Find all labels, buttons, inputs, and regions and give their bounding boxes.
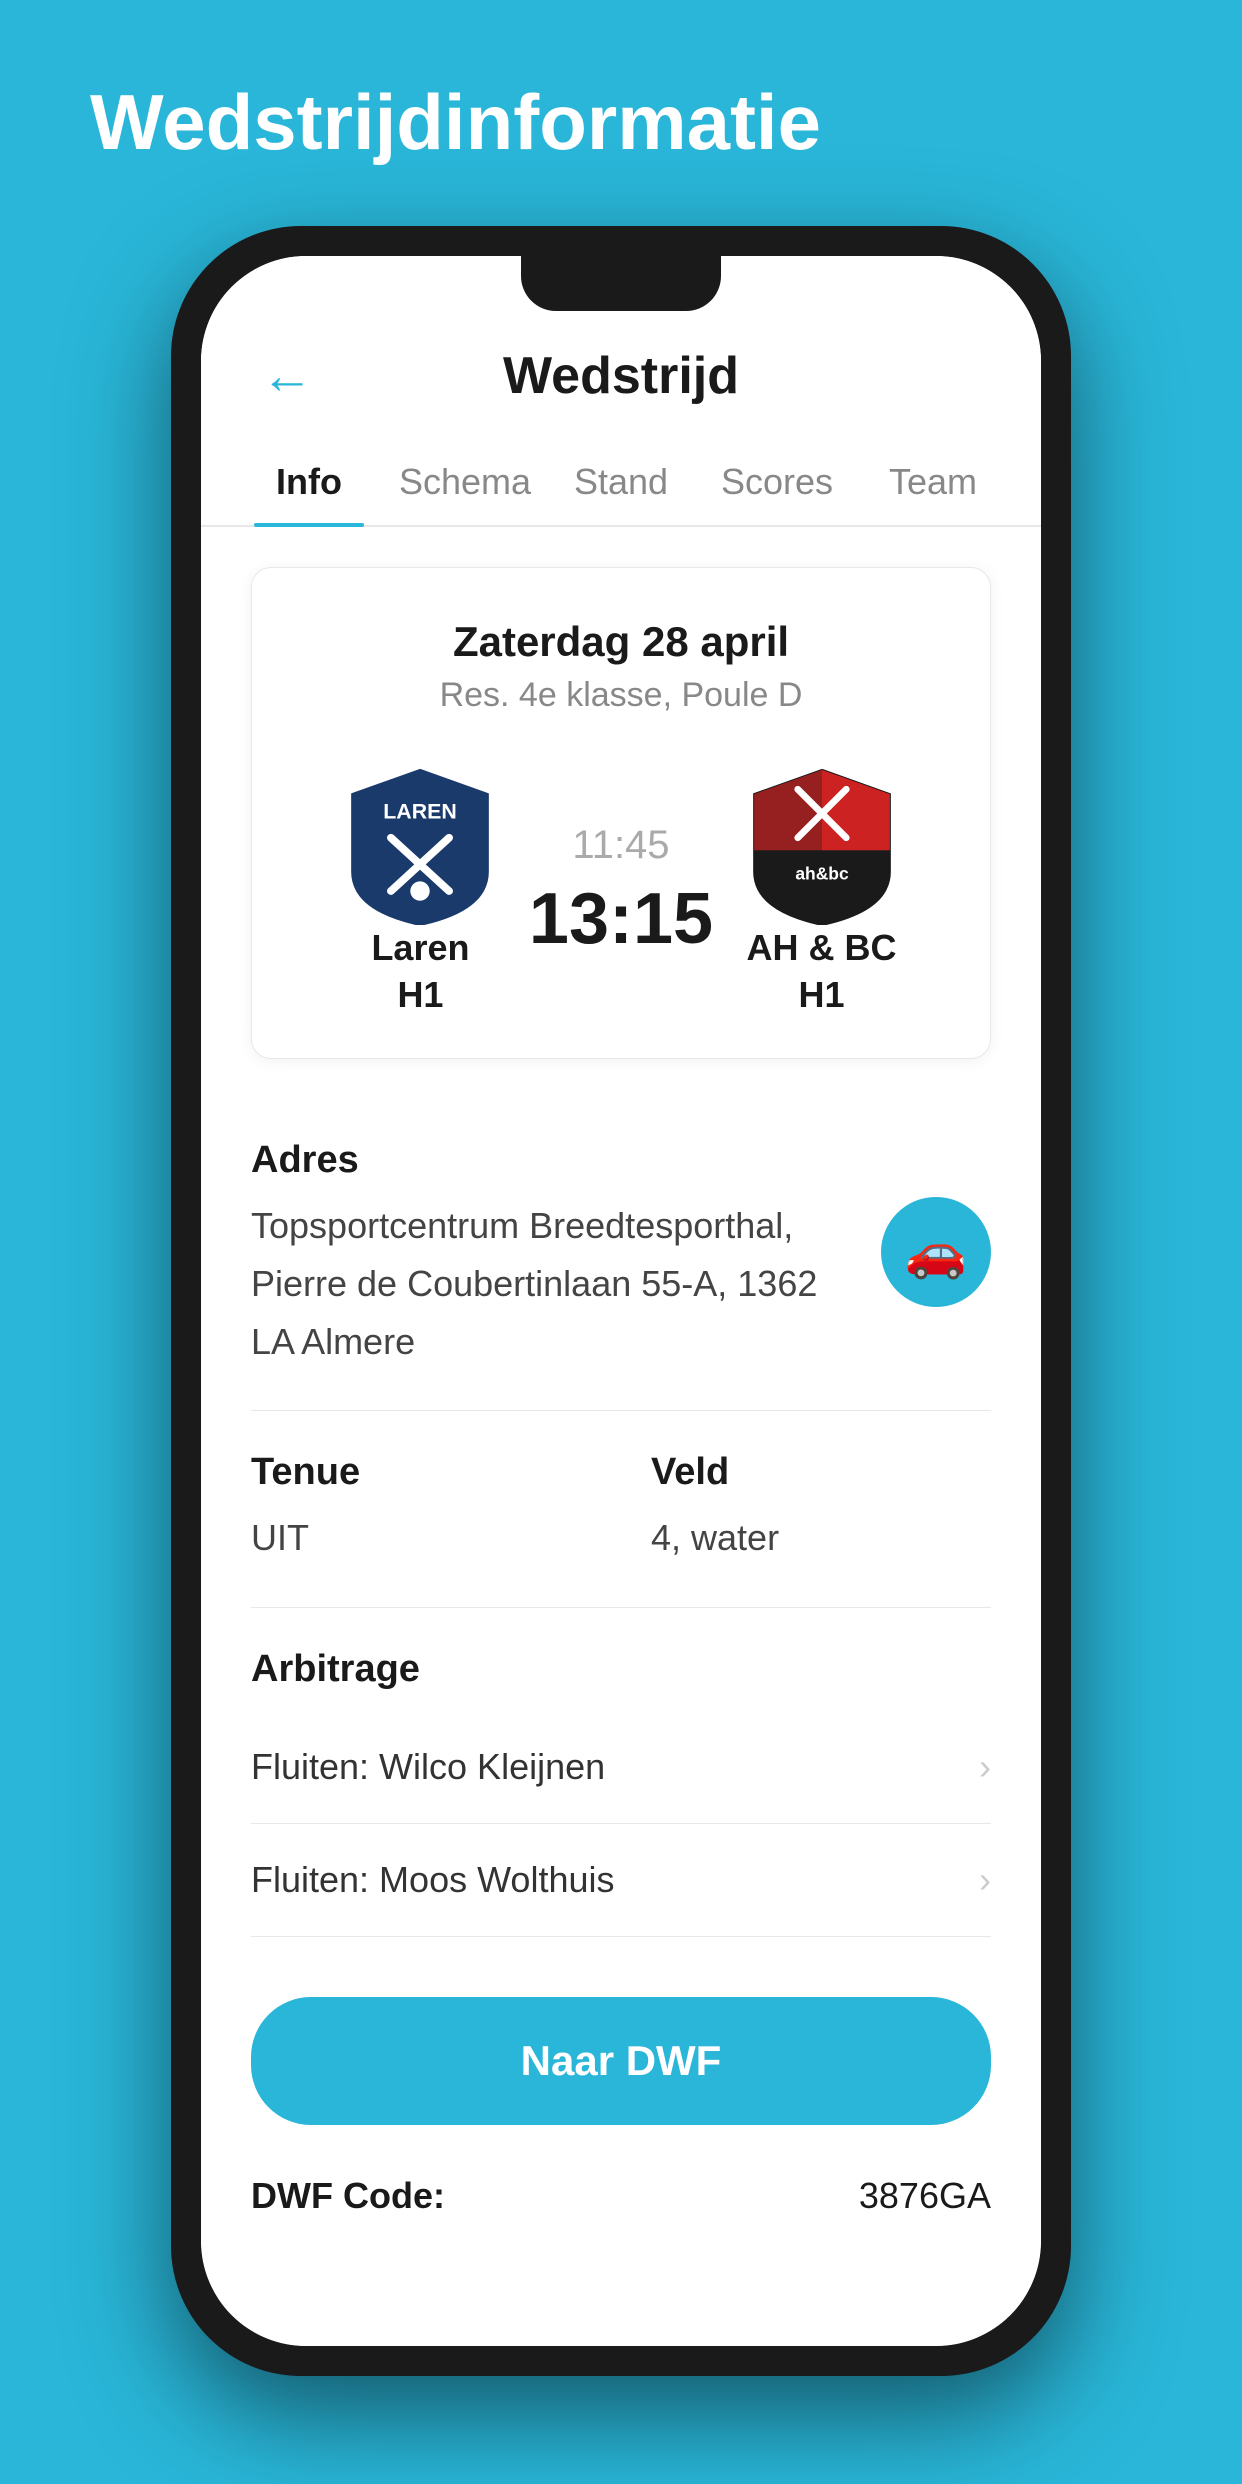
tenue-value: UIT <box>251 1509 591 1567</box>
referee-item-2[interactable]: Fluiten: Moos Wolthuis › <box>251 1824 991 1937</box>
home-team-name: Laren H1 <box>371 925 469 1019</box>
veld-label: Veld <box>651 1451 991 1494</box>
match-date: Zaterdag 28 april <box>292 618 950 666</box>
veld-value: 4, water <box>651 1509 991 1567</box>
match-league: Res. 4e klasse, Poule D <box>292 676 950 715</box>
address-text: Topsportcentrum Breedtesporthal, Pierre … <box>251 1197 861 1370</box>
dwf-section: Naar DWF <box>201 1957 1041 2145</box>
car-icon: 🚗 <box>905 1223 967 1282</box>
home-team: LAREN Laren H1 <box>312 765 529 1019</box>
dwf-code-row: DWF Code: 3876GA <box>201 2145 1041 2247</box>
veld-col: Veld 4, water <box>651 1451 991 1567</box>
address-label: Adres <box>251 1139 991 1182</box>
phone-notch <box>521 256 721 311</box>
phone-frame: ← Wedstrijd Info Schema Stand <box>171 226 1071 2376</box>
dwf-code-label: DWF Code: <box>251 2175 445 2217</box>
tab-stand[interactable]: Stand <box>543 436 699 525</box>
header-title: Wedstrijd <box>503 346 739 406</box>
tabs-container: Info Schema Stand Scores Team <box>201 436 1041 527</box>
away-team-name: AH & BC H1 <box>747 925 897 1019</box>
address-row: Topsportcentrum Breedtesporthal, Pierre … <box>251 1197 991 1370</box>
dwf-code-value: 3876GA <box>859 2175 991 2217</box>
tenue-label: Tenue <box>251 1451 591 1494</box>
match-teams: LAREN Laren H1 <box>292 765 950 1019</box>
laren-logo: LAREN <box>345 765 495 925</box>
address-block: Adres Topsportcentrum Breedtesporthal, P… <box>251 1099 991 1411</box>
score-section: 11:45 13:15 <box>529 823 713 960</box>
svg-text:ah&bc: ah&bc <box>795 863 849 883</box>
referee-item-1[interactable]: Fluiten: Wilco Kleijnen › <box>251 1711 991 1824</box>
arbitrage-section: Arbitrage Fluiten: Wilco Kleijnen › Flui… <box>201 1608 1041 1957</box>
ahbc-logo: ah&bc <box>747 765 897 925</box>
away-team: ah&bc AH & BC H1 <box>713 765 930 1019</box>
screen-content: ← Wedstrijd Info Schema Stand <box>201 256 1041 2346</box>
tab-schema[interactable]: Schema <box>387 436 543 525</box>
tenue-veld-block: Tenue UIT Veld 4, water <box>251 1411 991 1608</box>
tab-team[interactable]: Team <box>855 436 1011 525</box>
car-button[interactable]: 🚗 <box>881 1197 991 1307</box>
referee-name-2: Fluiten: Moos Wolthuis <box>251 1859 614 1901</box>
chevron-right-2: › <box>979 1859 991 1901</box>
page-title: Wedstrijdinformatie <box>0 0 1242 206</box>
referee-name-1: Fluiten: Wilco Kleijnen <box>251 1746 605 1788</box>
svg-text:LAREN: LAREN <box>384 799 457 823</box>
tenue-col: Tenue UIT <box>251 1451 591 1567</box>
phone-screen: ← Wedstrijd Info Schema Stand <box>201 256 1041 2346</box>
dwf-button[interactable]: Naar DWF <box>251 1997 991 2125</box>
chevron-right-1: › <box>979 1746 991 1788</box>
phone-wrapper: ← Wedstrijd Info Schema Stand <box>0 206 1242 2376</box>
match-time: 11:45 <box>572 823 669 868</box>
match-card: Zaterdag 28 april Res. 4e klasse, Poule … <box>251 567 991 1060</box>
info-section: Adres Topsportcentrum Breedtesporthal, P… <box>201 1099 1041 1607</box>
page-background: Wedstrijdinformatie ← Wedstrijd Info <box>0 0 1242 2376</box>
arbitrage-title: Arbitrage <box>251 1648 991 1691</box>
tab-info[interactable]: Info <box>231 436 387 525</box>
back-button[interactable]: ← <box>261 346 313 406</box>
tab-scores[interactable]: Scores <box>699 436 855 525</box>
two-col-info: Tenue UIT Veld 4, water <box>251 1451 991 1567</box>
match-score: 13:15 <box>529 878 713 960</box>
